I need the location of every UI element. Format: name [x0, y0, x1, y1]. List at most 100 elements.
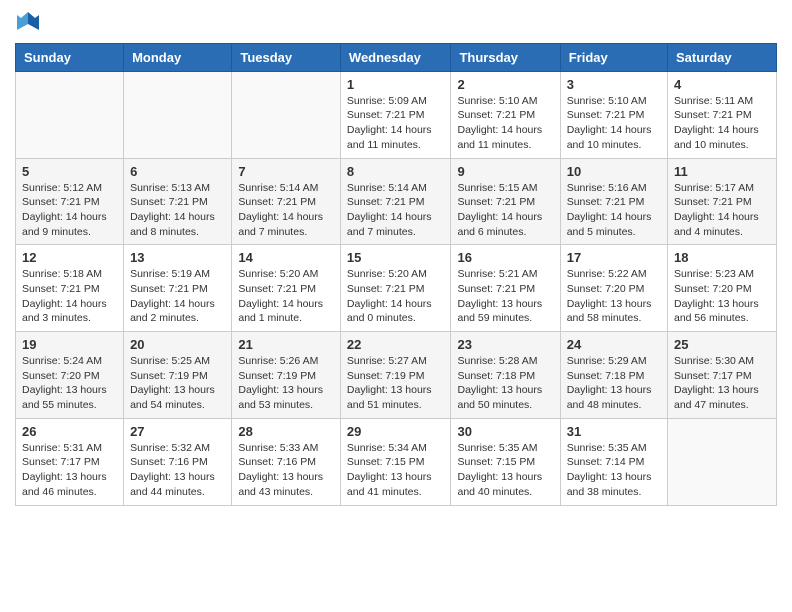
day-info: Sunrise: 5:30 AM Sunset: 7:17 PM Dayligh… — [674, 354, 770, 413]
day-info: Sunrise: 5:11 AM Sunset: 7:21 PM Dayligh… — [674, 94, 770, 153]
day-info: Sunrise: 5:16 AM Sunset: 7:21 PM Dayligh… — [567, 181, 661, 240]
day-number: 27 — [130, 424, 225, 439]
day-cell-15: 15 Sunrise: 5:20 AM Sunset: 7:21 PM Dayli… — [340, 245, 451, 332]
day-number: 6 — [130, 164, 225, 179]
day-cell-13: 13 Sunrise: 5:19 AM Sunset: 7:21 PM Dayli… — [124, 245, 232, 332]
day-info: Sunrise: 5:24 AM Sunset: 7:20 PM Dayligh… — [22, 354, 117, 413]
weekday-header-thursday: Thursday — [451, 43, 560, 71]
weekday-header-monday: Monday — [124, 43, 232, 71]
calendar-table: SundayMondayTuesdayWednesdayThursdayFrid… — [15, 43, 777, 506]
day-number: 19 — [22, 337, 117, 352]
day-cell-19: 19 Sunrise: 5:24 AM Sunset: 7:20 PM Dayli… — [16, 332, 124, 419]
day-info: Sunrise: 5:35 AM Sunset: 7:15 PM Dayligh… — [457, 441, 553, 500]
day-number: 29 — [347, 424, 445, 439]
empty-cell — [124, 71, 232, 158]
day-info: Sunrise: 5:20 AM Sunset: 7:21 PM Dayligh… — [238, 267, 334, 326]
day-number: 31 — [567, 424, 661, 439]
day-info: Sunrise: 5:21 AM Sunset: 7:21 PM Dayligh… — [457, 267, 553, 326]
day-number: 17 — [567, 250, 661, 265]
day-number: 5 — [22, 164, 117, 179]
day-info: Sunrise: 5:34 AM Sunset: 7:15 PM Dayligh… — [347, 441, 445, 500]
day-cell-20: 20Sunrise: 5:25 AM Sunset: 7:19 PM Dayli… — [124, 332, 232, 419]
day-number: 12 — [22, 250, 117, 265]
day-cell-21: 21 Sunrise: 5:26 AM Sunset: 7:19 PM Dayli… — [232, 332, 341, 419]
week-row-5: 26 Sunrise: 5:31 AM Sunset: 7:17 PM Dayli… — [16, 418, 777, 505]
weekday-header-tuesday: Tuesday — [232, 43, 341, 71]
day-number: 15 — [347, 250, 445, 265]
week-row-3: 12 Sunrise: 5:18 AM Sunset: 7:21 PM Dayli… — [16, 245, 777, 332]
day-number: 25 — [674, 337, 770, 352]
day-cell-29: 29 Sunrise: 5:34 AM Sunset: 7:15 PM Dayli… — [340, 418, 451, 505]
day-info: Sunrise: 5:29 AM Sunset: 7:18 PM Dayligh… — [567, 354, 661, 413]
day-info: Sunrise: 5:20 AM Sunset: 7:21 PM Dayligh… — [347, 267, 445, 326]
weekday-header-row: SundayMondayTuesdayWednesdayThursdayFrid… — [16, 43, 777, 71]
empty-cell — [668, 418, 777, 505]
empty-cell — [232, 71, 341, 158]
day-cell-9: 9Sunrise: 5:15 AM Sunset: 7:21 PM Daylig… — [451, 158, 560, 245]
day-cell-30: 30 Sunrise: 5:35 AM Sunset: 7:15 PM Dayli… — [451, 418, 560, 505]
day-info: Sunrise: 5:32 AM Sunset: 7:16 PM Dayligh… — [130, 441, 225, 500]
weekday-header-sunday: Sunday — [16, 43, 124, 71]
day-info: Sunrise: 5:17 AM Sunset: 7:21 PM Dayligh… — [674, 181, 770, 240]
day-number: 28 — [238, 424, 334, 439]
day-cell-2: 2 Sunrise: 5:10 AM Sunset: 7:21 PM Daylig… — [451, 71, 560, 158]
day-cell-23: 23Sunrise: 5:28 AM Sunset: 7:18 PM Dayli… — [451, 332, 560, 419]
day-info: Sunrise: 5:10 AM Sunset: 7:21 PM Dayligh… — [567, 94, 661, 153]
day-info: Sunrise: 5:26 AM Sunset: 7:19 PM Dayligh… — [238, 354, 334, 413]
day-number: 7 — [238, 164, 334, 179]
day-cell-26: 26 Sunrise: 5:31 AM Sunset: 7:17 PM Dayli… — [16, 418, 124, 505]
day-info: Sunrise: 5:12 AM Sunset: 7:21 PM Dayligh… — [22, 181, 117, 240]
day-info: Sunrise: 5:31 AM Sunset: 7:17 PM Dayligh… — [22, 441, 117, 500]
week-row-1: 1 Sunrise: 5:09 AM Sunset: 7:21 PM Daylig… — [16, 71, 777, 158]
week-row-2: 5 Sunrise: 5:12 AM Sunset: 7:21 PM Daylig… — [16, 158, 777, 245]
day-number: 11 — [674, 164, 770, 179]
day-number: 13 — [130, 250, 225, 265]
day-info: Sunrise: 5:18 AM Sunset: 7:21 PM Dayligh… — [22, 267, 117, 326]
day-cell-27: 27 Sunrise: 5:32 AM Sunset: 7:16 PM Dayli… — [124, 418, 232, 505]
day-info: Sunrise: 5:14 AM Sunset: 7:21 PM Dayligh… — [347, 181, 445, 240]
page-header — [15, 10, 777, 35]
day-cell-14: 14Sunrise: 5:20 AM Sunset: 7:21 PM Dayli… — [232, 245, 341, 332]
day-number: 1 — [347, 77, 445, 92]
page-container: SundayMondayTuesdayWednesdayThursdayFrid… — [0, 0, 792, 516]
day-number: 4 — [674, 77, 770, 92]
day-cell-17: 17 Sunrise: 5:22 AM Sunset: 7:20 PM Dayli… — [560, 245, 667, 332]
day-cell-12: 12 Sunrise: 5:18 AM Sunset: 7:21 PM Dayli… — [16, 245, 124, 332]
logo — [15, 10, 39, 35]
day-cell-6: 6 Sunrise: 5:13 AM Sunset: 7:21 PM Daylig… — [124, 158, 232, 245]
day-cell-4: 4 Sunrise: 5:11 AM Sunset: 7:21 PM Daylig… — [668, 71, 777, 158]
day-info: Sunrise: 5:35 AM Sunset: 7:14 PM Dayligh… — [567, 441, 661, 500]
day-info: Sunrise: 5:14 AM Sunset: 7:21 PM Dayligh… — [238, 181, 334, 240]
day-number: 26 — [22, 424, 117, 439]
day-info: Sunrise: 5:13 AM Sunset: 7:21 PM Dayligh… — [130, 181, 225, 240]
day-number: 30 — [457, 424, 553, 439]
day-cell-10: 10Sunrise: 5:16 AM Sunset: 7:21 PM Dayli… — [560, 158, 667, 245]
week-row-4: 19 Sunrise: 5:24 AM Sunset: 7:20 PM Dayli… — [16, 332, 777, 419]
day-number: 20 — [130, 337, 225, 352]
day-info: Sunrise: 5:23 AM Sunset: 7:20 PM Dayligh… — [674, 267, 770, 326]
logo-icon — [17, 10, 39, 32]
day-info: Sunrise: 5:09 AM Sunset: 7:21 PM Dayligh… — [347, 94, 445, 153]
day-cell-5: 5 Sunrise: 5:12 AM Sunset: 7:21 PM Daylig… — [16, 158, 124, 245]
day-number: 18 — [674, 250, 770, 265]
day-number: 9 — [457, 164, 553, 179]
day-info: Sunrise: 5:27 AM Sunset: 7:19 PM Dayligh… — [347, 354, 445, 413]
day-cell-22: 22Sunrise: 5:27 AM Sunset: 7:19 PM Dayli… — [340, 332, 451, 419]
day-cell-11: 11 Sunrise: 5:17 AM Sunset: 7:21 PM Dayli… — [668, 158, 777, 245]
day-number: 8 — [347, 164, 445, 179]
day-cell-28: 28 Sunrise: 5:33 AM Sunset: 7:16 PM Dayli… — [232, 418, 341, 505]
day-cell-8: 8 Sunrise: 5:14 AM Sunset: 7:21 PM Daylig… — [340, 158, 451, 245]
day-number: 3 — [567, 77, 661, 92]
day-info: Sunrise: 5:22 AM Sunset: 7:20 PM Dayligh… — [567, 267, 661, 326]
day-cell-16: 16Sunrise: 5:21 AM Sunset: 7:21 PM Dayli… — [451, 245, 560, 332]
day-info: Sunrise: 5:28 AM Sunset: 7:18 PM Dayligh… — [457, 354, 553, 413]
day-info: Sunrise: 5:10 AM Sunset: 7:21 PM Dayligh… — [457, 94, 553, 153]
day-number: 21 — [238, 337, 334, 352]
day-cell-25: 25 Sunrise: 5:30 AM Sunset: 7:17 PM Dayli… — [668, 332, 777, 419]
day-info: Sunrise: 5:19 AM Sunset: 7:21 PM Dayligh… — [130, 267, 225, 326]
day-number: 24 — [567, 337, 661, 352]
day-number: 2 — [457, 77, 553, 92]
weekday-header-friday: Friday — [560, 43, 667, 71]
day-info: Sunrise: 5:33 AM Sunset: 7:16 PM Dayligh… — [238, 441, 334, 500]
day-cell-18: 18 Sunrise: 5:23 AM Sunset: 7:20 PM Dayli… — [668, 245, 777, 332]
